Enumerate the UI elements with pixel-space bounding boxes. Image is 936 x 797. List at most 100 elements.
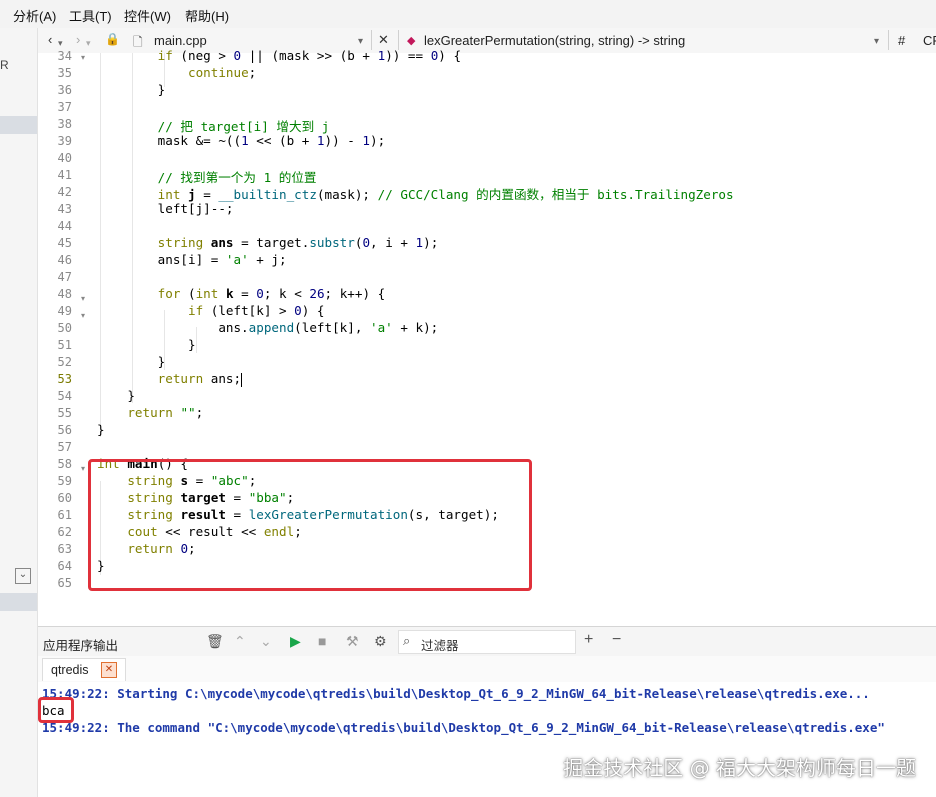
highlight-box-main	[88, 459, 532, 591]
output-line: 15:49:22: Starting C:\mycode\mycode\qtre…	[42, 686, 870, 701]
debug-icon[interactable]: ⚒	[346, 633, 359, 650]
output-tab-bar: qtredis ✕	[38, 656, 936, 683]
line-number: 59	[57, 474, 72, 488]
close-file-icon[interactable]: ✕	[378, 32, 389, 48]
code-line: return "";	[127, 405, 204, 420]
line-number: 46	[57, 253, 72, 267]
hash-label[interactable]: #	[898, 33, 905, 48]
line-number: 35	[57, 66, 72, 80]
line-number: 37	[57, 100, 72, 114]
output-panel-header: 应用程序输出 🗑 ⌃ ⌄ ▶ ■ ⚒ ⚙ ⌕ 过滤器 + −	[38, 626, 936, 658]
up-icon[interactable]: ⌃	[234, 633, 246, 650]
line-number: 62	[57, 525, 72, 539]
code-line: if (left[k] > 0) {	[188, 303, 325, 318]
line-number: 56	[57, 423, 72, 437]
menu-help[interactable]: 帮助(H)	[185, 6, 229, 25]
line-number: 40	[57, 151, 72, 165]
line-number: 63	[57, 542, 72, 556]
code-line: left[j]--;	[97, 201, 234, 216]
menu-tools[interactable]: 工具(T)	[69, 6, 112, 25]
line-number: 47	[57, 270, 72, 284]
line-number: 34	[57, 49, 72, 63]
stop-icon[interactable]: ■	[318, 633, 326, 649]
line-number: 39	[57, 134, 72, 148]
run-icon[interactable]: ▶	[290, 633, 301, 650]
close-tab-icon[interactable]: ✕	[101, 662, 117, 678]
line-number: 64	[57, 559, 72, 573]
output-panel-title: 应用程序输出	[43, 639, 119, 653]
filter-input[interactable]: ⌕ 过滤器	[398, 630, 576, 654]
code-line: continue;	[188, 65, 257, 80]
line-number: 57	[57, 440, 72, 454]
line-ending-label[interactable]: CR	[923, 33, 936, 48]
menu-widgets[interactable]: 控件(W)	[124, 6, 171, 25]
function-icon: ◆	[407, 35, 416, 47]
code-line: if (neg > 0 || (mask >> (b + 1)) == 0) {	[157, 48, 462, 63]
line-number-gutter: 34 35 36 37 38 39 40 41 42 43 44 45 46 4…	[38, 49, 78, 625]
file-dropdown-icon[interactable]: ▾	[358, 36, 363, 47]
line-number: 54	[57, 389, 72, 403]
sidebar-selected-row-lower[interactable]	[0, 593, 37, 611]
collapse-icon[interactable]: ⌄	[15, 568, 31, 584]
clear-icon[interactable]: 🗑	[206, 633, 224, 650]
toolbar-divider	[371, 30, 372, 50]
line-number: 55	[57, 406, 72, 420]
line-number: 51	[57, 338, 72, 352]
line-number: 43	[57, 202, 72, 216]
code-line: ans[i] = 'a' + j;	[97, 252, 287, 267]
back-dropdown-icon[interactable]: ▾	[58, 38, 63, 49]
line-number: 48	[57, 287, 72, 301]
menu-analyze[interactable]: 分析(A)	[13, 6, 56, 25]
lock-icon: 🔒	[105, 32, 120, 46]
forward-icon[interactable]: ›	[76, 32, 80, 47]
forward-dropdown-icon[interactable]: ▾	[86, 38, 91, 49]
line-number: 36	[57, 83, 72, 97]
zoom-in-icon[interactable]: +	[584, 631, 593, 649]
sidebar-selected-row[interactable]	[0, 116, 37, 134]
left-sidebar-glyph: R	[0, 58, 9, 72]
settings-icon[interactable]: ⚙	[374, 633, 387, 650]
code-line: mask &= ~((1 << (b + 1)) - 1);	[97, 133, 386, 148]
function-dropdown-icon[interactable]: ▾	[874, 36, 879, 47]
menu-bar: 分析(A) 工具(T) 控件(W) 帮助(H)	[0, 0, 936, 28]
toolbar-divider	[888, 30, 889, 50]
back-icon[interactable]: ‹	[48, 32, 52, 47]
line-number: 41	[57, 168, 72, 182]
line-number: 65	[57, 576, 72, 590]
code-line: string ans = target.substr(0, i + 1);	[157, 235, 439, 250]
code-line: ans.append(left[k], 'a' + k);	[97, 320, 439, 335]
line-number: 49	[57, 304, 72, 318]
code-line: }	[97, 422, 105, 437]
text-cursor	[241, 372, 243, 387]
line-number: 42	[57, 185, 72, 199]
line-number: 58	[57, 457, 72, 471]
code-editor[interactable]: 34 35 36 37 38 39 40 41 42 43 44 45 46 4…	[38, 48, 936, 625]
code-line: for (int k = 0; k < 26; k++) {	[157, 286, 386, 301]
highlight-box-output	[38, 697, 74, 723]
code-line: return ans;	[157, 371, 243, 387]
tab-qtredis[interactable]: qtredis ✕	[42, 658, 126, 681]
line-number: 38	[57, 117, 72, 131]
fold-icon[interactable]: ▾	[81, 53, 85, 62]
code-line: }	[97, 82, 166, 97]
function-selector[interactable]: lexGreaterPermutation(string, string) ->…	[424, 33, 685, 48]
code-line: }	[97, 337, 196, 352]
zoom-out-icon[interactable]: −	[612, 631, 621, 649]
filter-placeholder: 过滤器	[421, 639, 459, 653]
output-line: 15:49:22: The command "C:\mycode\mycode\…	[42, 720, 885, 735]
code-line: }	[97, 354, 166, 369]
fold-icon[interactable]: ▾	[81, 294, 85, 303]
search-icon: ⌕	[403, 633, 411, 648]
line-number: 52	[57, 355, 72, 369]
line-number: 44	[57, 219, 72, 233]
toolbar-divider	[398, 30, 399, 50]
tab-label: qtredis	[51, 663, 89, 677]
watermark: 掘金技术社区 @ 福大大架构师每日一题	[563, 756, 916, 780]
fold-icon[interactable]: ▾	[81, 311, 85, 320]
line-number: 45	[57, 236, 72, 250]
fold-icon[interactable]: ▾	[81, 464, 85, 473]
file-name[interactable]: main.cpp	[154, 33, 207, 48]
line-number: 60	[57, 491, 72, 505]
line-number: 61	[57, 508, 72, 522]
down-icon[interactable]: ⌄	[260, 633, 272, 650]
